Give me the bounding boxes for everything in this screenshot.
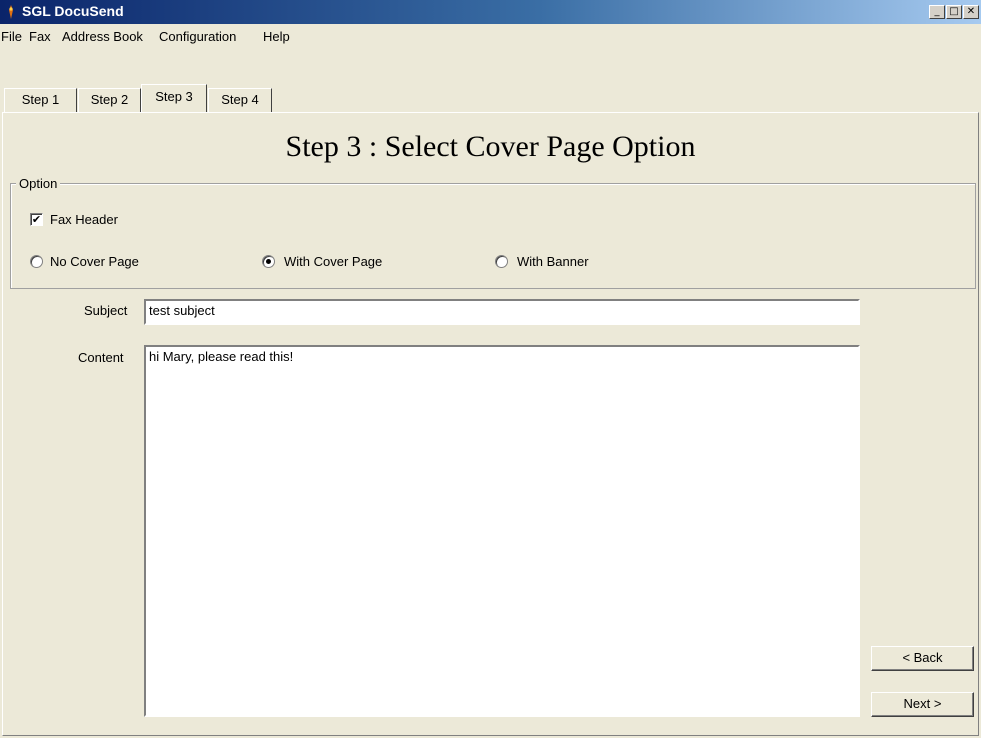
radio-selected-dot bbox=[266, 259, 271, 264]
tab-step-2[interactable]: Step 2 bbox=[78, 88, 141, 112]
close-button[interactable]: ✕ bbox=[963, 5, 979, 19]
fax-header-label[interactable]: Fax Header bbox=[50, 212, 118, 227]
tab-step-3[interactable]: Step 3 bbox=[141, 84, 207, 112]
page-title: Step 3 : Select Cover Page Option bbox=[285, 130, 696, 163]
fax-header-checkbox[interactable]: ✔ bbox=[30, 213, 43, 226]
next-button[interactable]: Next > bbox=[871, 692, 974, 717]
menu-file[interactable]: File bbox=[1, 29, 22, 44]
back-button[interactable]: < Back bbox=[871, 646, 974, 671]
content-textarea[interactable]: hi Mary, please read this! bbox=[144, 345, 860, 717]
menu-help[interactable]: Help bbox=[263, 29, 290, 44]
tab-step-4[interactable]: Step 4 bbox=[208, 88, 272, 112]
no-cover-page-radio[interactable] bbox=[30, 255, 43, 268]
with-banner-radio[interactable] bbox=[495, 255, 508, 268]
subject-label: Subject bbox=[84, 303, 128, 318]
checkmark-icon: ✔ bbox=[31, 213, 42, 226]
with-cover-page-radio[interactable] bbox=[262, 255, 275, 268]
content-label: Content bbox=[78, 350, 124, 365]
maximize-button[interactable]: □ bbox=[946, 5, 962, 19]
subject-input[interactable]: test subject bbox=[144, 299, 860, 325]
window-title: SGL DocuSend bbox=[22, 3, 124, 19]
option-groupbox bbox=[10, 183, 976, 289]
with-cover-page-label[interactable]: With Cover Page bbox=[284, 254, 382, 269]
tab-step-1[interactable]: Step 1 bbox=[4, 88, 77, 112]
app-icon bbox=[9, 5, 13, 19]
menu-configuration[interactable]: Configuration bbox=[159, 29, 236, 44]
menu-bar: File Fax Address Book Configuration Help bbox=[0, 24, 981, 48]
no-cover-page-label[interactable]: No Cover Page bbox=[50, 254, 139, 269]
menu-fax[interactable]: Fax bbox=[29, 29, 51, 44]
option-group-legend: Option bbox=[16, 176, 61, 191]
title-bar: SGL DocuSend _ □ ✕ bbox=[0, 0, 981, 24]
minimize-button[interactable]: _ bbox=[929, 5, 945, 19]
with-banner-label[interactable]: With Banner bbox=[517, 254, 589, 269]
menu-address-book[interactable]: Address Book bbox=[62, 29, 143, 44]
